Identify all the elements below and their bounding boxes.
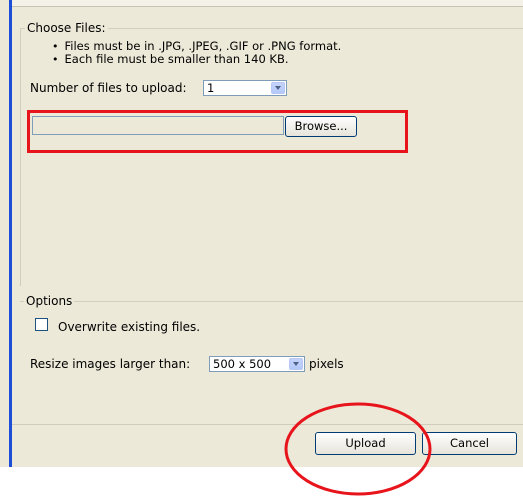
top-edge (12, 0, 523, 7)
upload-dialog: Choose Files: Files must be in .JPG, .JP… (0, 0, 523, 467)
resize-value: 500 x 500 (213, 357, 272, 371)
footer-divider (12, 424, 523, 425)
chevron-down-icon[interactable] (271, 82, 285, 94)
file-count-value: 1 (207, 81, 215, 95)
file-count-select[interactable]: 1 (203, 80, 287, 96)
resize-unit-label: pixels (309, 357, 344, 371)
cancel-button[interactable]: Cancel (422, 432, 517, 455)
chevron-down-icon[interactable] (289, 358, 303, 370)
annotation-highlight-rectangle (27, 110, 408, 153)
file-count-label: Number of files to upload: (30, 81, 187, 95)
overwrite-checkbox[interactable] (35, 318, 48, 331)
options-legend: Options (24, 294, 75, 308)
window-accent-bar (9, 0, 12, 467)
resize-select[interactable]: 500 x 500 (209, 356, 305, 372)
choose-files-legend: Choose Files: (25, 21, 108, 35)
annotation-highlight-ellipse (284, 402, 432, 496)
resize-label: Resize images larger than: (30, 357, 191, 371)
file-rules-list: Files must be in .JPG, .JPEG, .GIF or .P… (52, 40, 342, 66)
choose-files-group: Choose Files: (20, 21, 523, 286)
list-item: Each file must be smaller than 140 KB. (52, 53, 341, 66)
overwrite-label: Overwrite existing files. (58, 320, 201, 334)
